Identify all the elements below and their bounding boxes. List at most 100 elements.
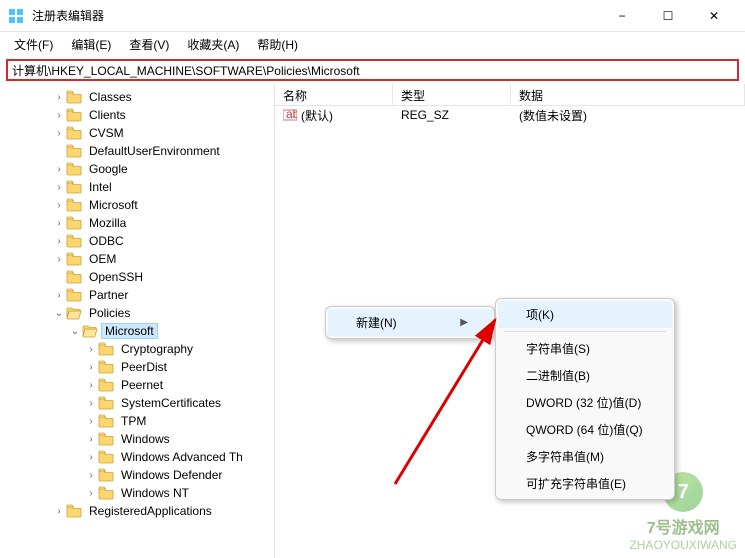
chevron-icon[interactable]: ⌄ — [68, 326, 82, 337]
chevron-icon[interactable]: › — [52, 506, 66, 517]
minimize-button[interactable]: − — [599, 0, 645, 32]
chevron-icon[interactable]: › — [84, 470, 98, 481]
tree-node[interactable]: ⌄Microsoft — [0, 322, 274, 340]
tree-node-label: ODBC — [85, 234, 128, 248]
tree-node[interactable]: ›Windows Defender — [0, 466, 274, 484]
folder-icon — [98, 414, 114, 428]
folder-icon — [98, 468, 114, 482]
tree-node[interactable]: › ODBC — [0, 232, 274, 250]
folder-icon — [98, 396, 114, 410]
tree-node[interactable]: DefaultUserEnvironment — [0, 142, 274, 160]
tree-node[interactable]: › Cryptography — [0, 340, 274, 358]
menu-file[interactable]: 文件(F) — [6, 34, 61, 55]
cell-type: REG_SZ — [393, 108, 511, 122]
tree-node[interactable]: › Mozilla — [0, 214, 274, 232]
submenu-item-binary[interactable]: 二进制值(B) — [498, 362, 672, 389]
chevron-icon[interactable]: › — [52, 218, 66, 229]
chevron-icon[interactable]: ⌄ — [52, 308, 66, 319]
value-name: (默认) — [301, 107, 333, 124]
chevron-icon[interactable]: › — [84, 398, 98, 409]
string-value-icon: ab — [283, 108, 297, 122]
tree-node[interactable]: › TPM — [0, 412, 274, 430]
tree-node[interactable]: › Clients — [0, 106, 274, 124]
tree-node[interactable]: › Windows Advanced Th — [0, 448, 274, 466]
tree-node-label: Windows Advanced Th — [117, 450, 247, 464]
tree-node[interactable]: › SystemCertificates — [0, 394, 274, 412]
chevron-icon[interactable]: › — [84, 452, 98, 463]
window-controls: − ☐ ✕ — [599, 0, 737, 32]
context-menu-new[interactable]: 新建(N) ▶ — [328, 309, 492, 336]
chevron-icon[interactable]: › — [84, 344, 98, 355]
cell-name: ab (默认) — [275, 107, 393, 124]
folder-icon — [66, 126, 82, 140]
chevron-icon[interactable]: › — [52, 92, 66, 103]
chevron-icon[interactable]: › — [52, 290, 66, 301]
tree-node-label: Mozilla — [85, 216, 130, 230]
registry-tree[interactable]: ›Classes›Clients›CVSMDefaultUserEnvironm… — [0, 84, 275, 558]
tree-node[interactable]: › Partner — [0, 286, 274, 304]
close-icon: ✕ — [709, 9, 719, 23]
tree-node[interactable]: ›Google — [0, 160, 274, 178]
chevron-icon[interactable]: › — [84, 380, 98, 391]
tree-node[interactable]: ›Peernet — [0, 376, 274, 394]
tree-node[interactable]: ›CVSM — [0, 124, 274, 142]
close-button[interactable]: ✕ — [691, 0, 737, 32]
address-bar-wrap: 计算机\HKEY_LOCAL_MACHINE\SOFTWARE\Policies… — [0, 56, 745, 84]
tree-node[interactable]: ›Windows — [0, 430, 274, 448]
chevron-icon[interactable]: › — [84, 434, 98, 445]
col-type[interactable]: 类型 — [393, 84, 511, 105]
tree-node-label: SystemCertificates — [117, 396, 225, 410]
submenu-item-dword[interactable]: DWORD (32 位)值(D) — [498, 389, 672, 416]
menu-favorites[interactable]: 收藏夹(A) — [179, 34, 247, 55]
chevron-icon[interactable]: › — [84, 416, 98, 427]
tree-node[interactable]: ›RegisteredApplications — [0, 502, 274, 520]
chevron-icon[interactable]: › — [52, 200, 66, 211]
tree-node-label: TPM — [117, 414, 150, 428]
tree-node-label: Clients — [85, 108, 130, 122]
app-icon — [8, 8, 24, 24]
tree-node[interactable]: ›OEM — [0, 250, 274, 268]
context-menu-new-label: 新建(N) — [356, 314, 397, 331]
tree-node[interactable]: ›Windows NT — [0, 484, 274, 502]
list-row[interactable]: ab (默认) REG_SZ (数值未设置) — [275, 106, 745, 124]
chevron-icon[interactable]: › — [52, 164, 66, 175]
chevron-icon[interactable]: › — [52, 236, 66, 247]
submenu-item-qword[interactable]: QWORD (64 位)值(Q) — [498, 416, 672, 443]
maximize-button[interactable]: ☐ — [645, 0, 691, 32]
tree-node-label: OpenSSH — [85, 270, 147, 284]
folder-icon — [98, 342, 114, 356]
chevron-icon[interactable]: › — [52, 110, 66, 121]
chevron-icon[interactable]: › — [52, 128, 66, 139]
folder-icon — [98, 450, 114, 464]
tree-node[interactable]: ⌄Policies — [0, 304, 274, 322]
submenu-item-key[interactable]: 项(K) — [498, 301, 672, 328]
tree-node-label: Cryptography — [117, 342, 197, 356]
address-bar[interactable]: 计算机\HKEY_LOCAL_MACHINE\SOFTWARE\Policies… — [6, 59, 739, 81]
tree-node-label: Microsoft — [85, 198, 142, 212]
tree-node[interactable]: ›Intel — [0, 178, 274, 196]
chevron-icon[interactable]: › — [52, 182, 66, 193]
folder-icon — [66, 270, 82, 284]
col-data[interactable]: 数据 — [511, 84, 745, 105]
submenu-item-expandstring[interactable]: 可扩充字符串值(E) — [498, 470, 672, 497]
chevron-icon[interactable]: › — [84, 488, 98, 499]
folder-icon — [66, 504, 82, 518]
tree-node[interactable]: ›PeerDist — [0, 358, 274, 376]
folder-icon — [82, 324, 98, 338]
col-name[interactable]: 名称 — [275, 84, 393, 105]
tree-node[interactable]: ›Classes — [0, 88, 274, 106]
folder-icon — [66, 90, 82, 104]
tree-node[interactable]: OpenSSH — [0, 268, 274, 286]
tree-node[interactable]: › Microsoft — [0, 196, 274, 214]
tree-node-label: Partner — [85, 288, 132, 302]
folder-icon — [66, 306, 82, 320]
submenu-item-multistring[interactable]: 多字符串值(M) — [498, 443, 672, 470]
menu-view[interactable]: 查看(V) — [121, 34, 177, 55]
menu-edit[interactable]: 编辑(E) — [63, 34, 119, 55]
titlebar: 注册表编辑器 − ☐ ✕ — [0, 0, 745, 32]
chevron-icon[interactable]: › — [84, 362, 98, 373]
chevron-icon[interactable]: › — [52, 254, 66, 265]
menu-help[interactable]: 帮助(H) — [249, 34, 306, 55]
submenu-item-string[interactable]: 字符串值(S) — [498, 335, 672, 362]
folder-icon — [66, 198, 82, 212]
